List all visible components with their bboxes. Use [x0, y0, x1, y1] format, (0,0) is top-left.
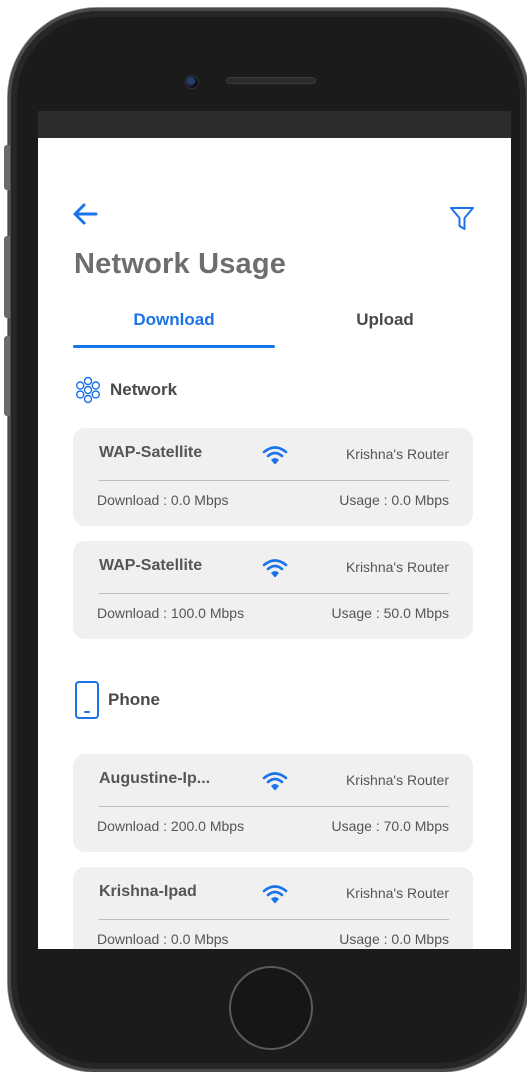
device-name: WAP-Satellite	[99, 557, 203, 574]
card-divider	[99, 593, 449, 594]
device-card[interactable]: Augustine-Ip... Krishna's Router Downloa…	[73, 754, 473, 852]
download-speed: Download : 0.0 Mbps	[97, 931, 229, 947]
device-name: Krishna-Ipad	[99, 883, 197, 900]
app-screen: Network Usage Download Upload Network WA…	[38, 138, 511, 949]
router-name: Krishna's Router	[345, 559, 449, 575]
device-card[interactable]: WAP-Satellite Krishna's Router Download …	[73, 541, 473, 639]
wifi-icon	[262, 772, 288, 791]
active-tab-indicator	[73, 345, 275, 348]
section-label-network: Network	[110, 380, 178, 399]
volume-up-button	[4, 236, 10, 318]
device-name: WAP-Satellite	[99, 444, 203, 461]
download-speed: Download : 0.0 Mbps	[97, 492, 229, 508]
earpiece-speaker	[226, 77, 316, 84]
device-name: Augustine-Ip...	[99, 770, 211, 787]
wifi-icon	[262, 446, 288, 465]
volume-down-button	[4, 336, 10, 416]
card-divider	[99, 806, 449, 807]
phone-icon	[75, 681, 99, 719]
back-arrow-icon	[73, 203, 98, 225]
status-bar	[38, 111, 511, 138]
mute-switch	[4, 145, 10, 190]
tab-upload[interactable]: Upload	[284, 310, 486, 350]
tab-download[interactable]: Download	[73, 310, 275, 350]
wifi-icon	[262, 559, 288, 578]
router-name: Krishna's Router	[345, 772, 449, 788]
section-header-phone: Phone	[74, 681, 160, 719]
usage-value: Usage : 0.0 Mbps	[339, 931, 449, 947]
usage-value: Usage : 0.0 Mbps	[339, 492, 449, 508]
download-speed: Download : 200.0 Mbps	[97, 818, 245, 834]
usage-value: Usage : 50.0 Mbps	[331, 605, 449, 621]
back-button[interactable]	[72, 202, 98, 226]
router-name: Krishna's Router	[345, 446, 449, 462]
router-name: Krishna's Router	[345, 885, 449, 901]
network-cluster-icon	[75, 376, 100, 404]
download-speed: Download : 100.0 Mbps	[97, 605, 245, 621]
filter-icon	[450, 207, 474, 230]
device-card[interactable]: Krishna-Ipad Krishna's Router Download :…	[73, 867, 473, 949]
card-divider	[99, 919, 449, 920]
usage-value: Usage : 70.0 Mbps	[331, 818, 449, 834]
filter-button[interactable]	[448, 204, 476, 232]
front-camera	[185, 75, 199, 89]
section-header-network: Network	[74, 375, 177, 405]
card-divider	[99, 480, 449, 481]
home-button[interactable]	[229, 966, 313, 1050]
section-label-phone: Phone	[108, 690, 160, 709]
wifi-icon	[262, 885, 288, 904]
page-title: Network Usage	[74, 248, 287, 280]
device-card[interactable]: WAP-Satellite Krishna's Router Download …	[73, 428, 473, 526]
